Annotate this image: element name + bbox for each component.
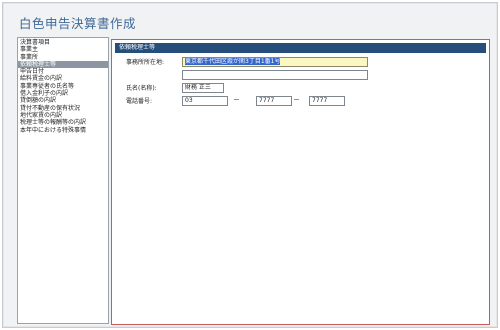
tax-accountant-form: 依頼税理士等 事務所所在地: 東京都千代田区霞が関3丁目1番1号 氏名(名称):… <box>111 39 490 325</box>
category-item[interactable]: 貸倒額の内訳 <box>18 97 108 104</box>
category-item[interactable]: 税理士等の報酬等の内訳 <box>18 119 108 126</box>
category-item[interactable]: 事業専従者の氏名等 <box>18 83 108 90</box>
category-list-items: 決算書項目 事業主 事業所 依頼税理士等 申告日付 給料賃金の内訳 事業専従者の… <box>18 38 108 134</box>
phone-exchange-input[interactable]: 7777 <box>256 96 292 106</box>
name-label: 氏名(名称): <box>126 85 157 92</box>
category-list[interactable]: 決算書項目 事業主 事業所 依頼税理士等 申告日付 給料賃金の内訳 事業専従者の… <box>17 37 109 324</box>
category-item[interactable]: 事業主 <box>18 46 108 53</box>
category-item[interactable]: 給料賃金の内訳 <box>18 75 108 82</box>
phone-separator-1: － <box>233 96 240 104</box>
phone-label: 電話番号: <box>126 98 153 105</box>
form-header: 依頼税理士等 <box>115 43 486 53</box>
phone-separator-2: － <box>293 96 300 104</box>
address-line1-text: 東京都千代田区霞が関3丁目1番1号 <box>185 58 281 65</box>
address-line2-input[interactable] <box>182 70 368 80</box>
category-item[interactable]: 本年中における特殊事情 <box>18 127 108 134</box>
name-input[interactable]: 財務 正三 <box>182 83 224 93</box>
address-label: 事務所所在地: <box>126 59 165 66</box>
phone-area-code-input[interactable]: 03 <box>182 96 228 106</box>
category-item[interactable]: 貸付不動産の保有状況 <box>18 105 108 112</box>
phone-number-input[interactable]: 7777 <box>309 96 345 106</box>
category-item[interactable]: 事業所 <box>18 54 108 61</box>
address-line1-input[interactable]: 東京都千代田区霞が関3丁目1番1号 <box>182 57 368 67</box>
app-window: 白色申告決算書作成 決算書項目 事業主 事業所 依頼税理士等 申告日付 給料賃金… <box>2 2 498 328</box>
app-title: 白色申告決算書作成 <box>19 16 137 31</box>
